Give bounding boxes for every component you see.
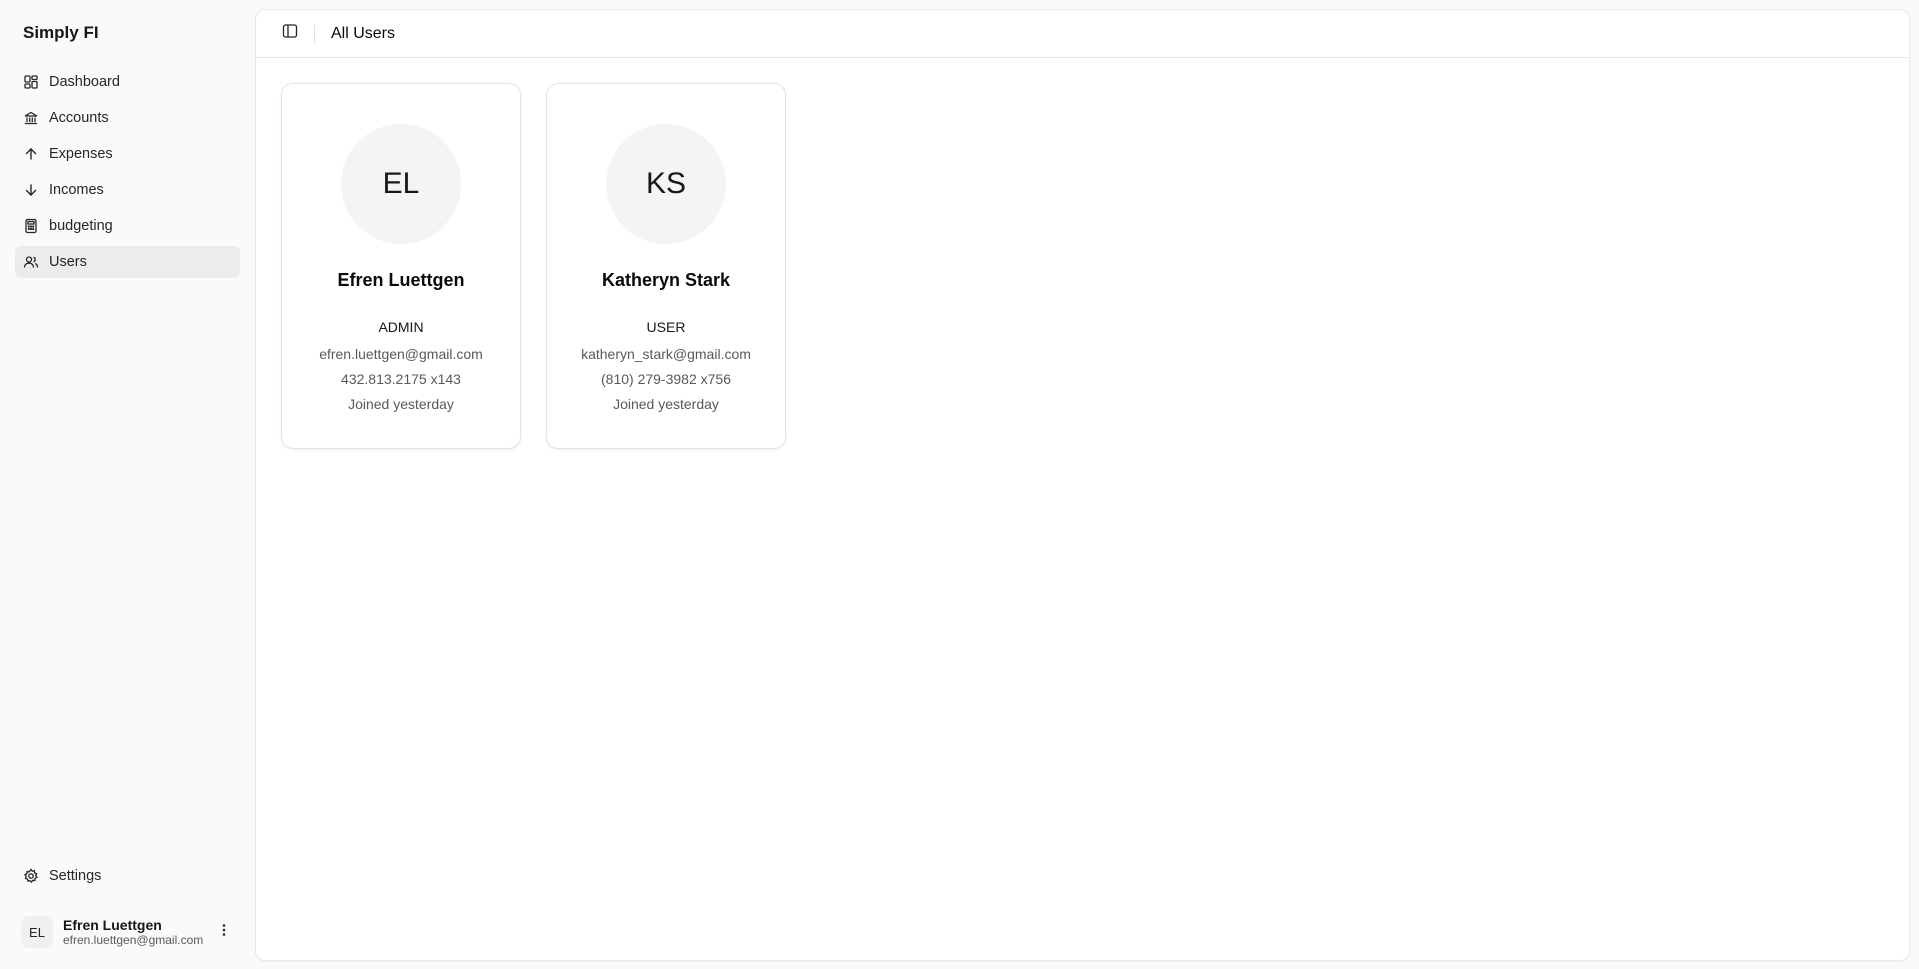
sidebar-item-budgeting[interactable]: budgeting (15, 210, 240, 242)
sidebar-item-expenses[interactable]: Expenses (15, 138, 240, 170)
page-title: All Users (331, 24, 396, 42)
bank-icon (23, 110, 39, 126)
app-title: Simply FI (23, 23, 99, 42)
sidebar-item-incomes[interactable]: Incomes (15, 174, 240, 206)
sidebar-item-label: Users (49, 254, 87, 270)
gear-icon (23, 868, 39, 884)
sidebar: Simply FI Dashboard Accounts Expenses In… (0, 0, 255, 969)
current-user-email: efren.luettgen@gmail.com (63, 933, 204, 947)
sidebar-item-label: Incomes (49, 182, 104, 198)
arrow-up-icon (23, 146, 39, 162)
sidebar-item-accounts[interactable]: Accounts (15, 102, 240, 134)
user-phone: (810) 279-3982 x756 (601, 371, 731, 387)
user-card[interactable]: KS Katheryn Stark USER katheryn_stark@gm… (546, 83, 786, 449)
more-vertical-icon (216, 922, 232, 943)
user-card[interactable]: EL Efren Luettgen ADMIN efren.luettgen@g… (281, 83, 521, 449)
avatar: KS (606, 124, 726, 244)
more-options-button[interactable] (214, 922, 234, 942)
sidebar-item-label: Expenses (49, 146, 113, 162)
user-phone: 432.813.2175 x143 (341, 371, 461, 387)
sidebar-item-label: budgeting (49, 218, 113, 234)
page-header: All Users (256, 10, 1909, 58)
user-name: Efren Luettgen (337, 270, 465, 290)
sidebar-toggle-button[interactable] (278, 22, 302, 46)
main-panel: All Users EL Efren Luettgen ADMIN efren.… (255, 9, 1910, 961)
sidebar-item-dashboard[interactable]: Dashboard (15, 66, 240, 98)
current-user-name: Efren Luettgen (63, 917, 162, 933)
user-role: ADMIN (378, 319, 424, 335)
arrow-down-icon (23, 182, 39, 198)
sidebar-toggle-icon (282, 23, 298, 44)
header-divider (314, 24, 315, 43)
avatar: EL (341, 124, 461, 244)
sidebar-item-label: Settings (49, 868, 102, 884)
user-email: efren.luettgen@gmail.com (319, 346, 483, 362)
current-user-info: Efren Luettgen efren.luettgen@gmail.com (63, 917, 204, 947)
user-email: katheryn_stark@gmail.com (581, 346, 751, 362)
user-role: USER (646, 319, 686, 335)
sidebar-item-users[interactable]: Users (15, 246, 240, 278)
dashboard-icon (23, 74, 39, 90)
user-joined: Joined yesterday (613, 396, 719, 412)
calculator-icon (23, 218, 39, 234)
current-user[interactable]: EL Efren Luettgen efren.luettgen@gmail.c… (15, 906, 240, 958)
sidebar-item-settings[interactable]: Settings (15, 860, 240, 892)
users-icon (23, 254, 39, 270)
avatar: EL (21, 916, 53, 948)
sidebar-nav: Dashboard Accounts Expenses Incomes budg… (15, 66, 240, 278)
user-name: Katheryn Stark (601, 270, 731, 290)
sidebar-item-label: Accounts (49, 110, 109, 126)
user-cards: EL Efren Luettgen ADMIN efren.luettgen@g… (256, 58, 1909, 449)
sidebar-item-label: Dashboard (49, 74, 120, 90)
user-joined: Joined yesterday (348, 396, 454, 412)
